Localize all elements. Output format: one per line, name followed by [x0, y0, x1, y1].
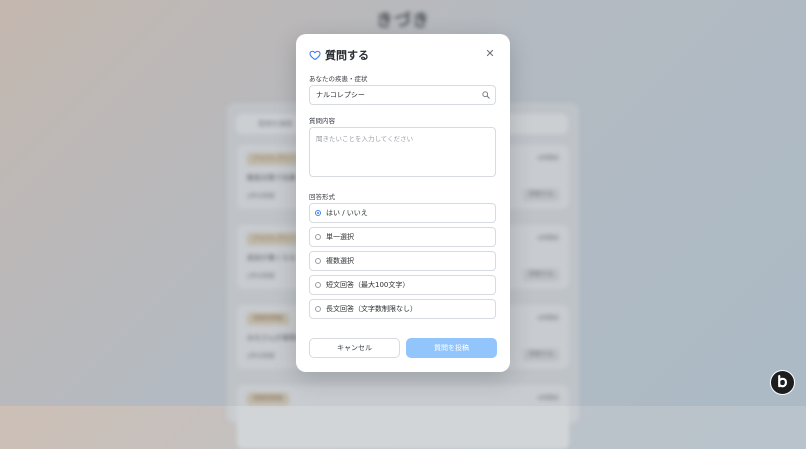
ask-question-modal: 質問する ✕ あなたの疾患・症状 ナルコレプシー 質問内容 聞きたいことを入力し…	[296, 34, 510, 372]
brand-logo-icon	[778, 374, 788, 388]
format-option-single-choice[interactable]: 単一選択	[309, 227, 496, 247]
radio-button[interactable]	[315, 234, 321, 240]
content-placeholder: 聞きたいことを入力してください	[316, 135, 414, 143]
brand-badge[interactable]	[770, 370, 795, 395]
option-label: はい / いいえ	[326, 209, 368, 217]
option-label: 複数選択	[326, 257, 354, 265]
submit-question-button[interactable]: 質問を投稿	[406, 338, 497, 358]
option-label: 単一選択	[326, 233, 354, 241]
heart-icon	[309, 50, 321, 61]
radio-button-selected[interactable]	[315, 210, 321, 216]
search-icon	[482, 91, 490, 99]
format-option-short-text[interactable]: 短文回答（最大100文字）	[309, 275, 496, 295]
question-content-textarea[interactable]: 聞きたいことを入力してください	[309, 127, 496, 177]
condition-value: ナルコレプシー	[316, 91, 365, 99]
close-icon[interactable]: ✕	[483, 47, 497, 61]
radio-button[interactable]	[315, 306, 321, 312]
format-option-yes-no[interactable]: はい / いいえ	[309, 203, 496, 223]
condition-label: あなたの疾患・症状	[309, 75, 368, 83]
format-option-long-text[interactable]: 長文回答（文字数制限なし）	[309, 299, 496, 319]
condition-field[interactable]: ナルコレプシー	[309, 85, 496, 105]
format-option-multiple-choice[interactable]: 複数選択	[309, 251, 496, 271]
modal-title: 質問する	[325, 49, 369, 62]
cancel-button[interactable]: キャンセル	[309, 338, 400, 358]
modal-header: 質問する ✕	[309, 47, 497, 64]
content-label: 質問内容	[309, 117, 335, 125]
option-label: 長文回答（文字数制限なし）	[326, 305, 417, 313]
radio-button[interactable]	[315, 282, 321, 288]
option-label: 短文回答（最大100文字）	[326, 281, 410, 289]
radio-button[interactable]	[315, 258, 321, 264]
format-label: 回答形式	[309, 193, 335, 201]
